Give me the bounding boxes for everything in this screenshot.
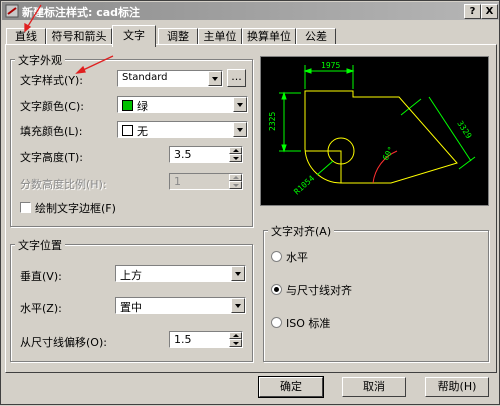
tab-text[interactable]: 文字 (112, 25, 156, 47)
annotation-overlay (24, 4, 114, 74)
ok-button[interactable]: 确定 (258, 376, 324, 398)
help-button[interactable]: 帮助(H) (425, 377, 489, 397)
cancel-button[interactable]: 取消 (342, 377, 406, 397)
dialog-window: 新建标注样式: cad标注 ? X 直线 符号和箭头 文字 调整 主单位 换算单… (0, 0, 500, 405)
